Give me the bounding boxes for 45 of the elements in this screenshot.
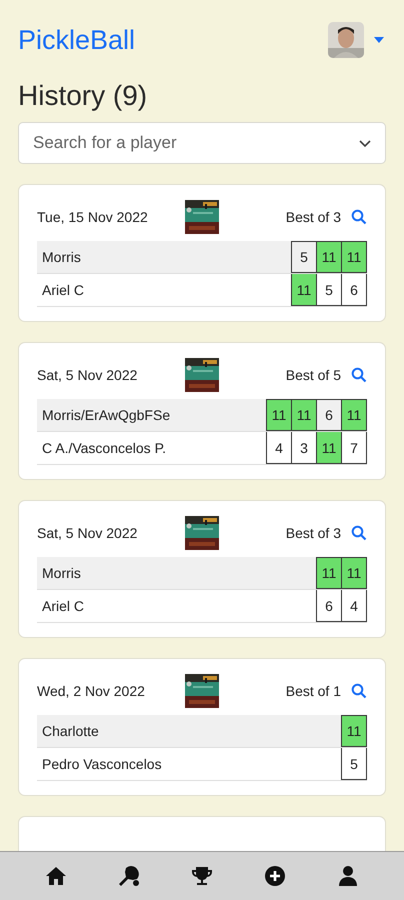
score-cell: 11 [266, 399, 292, 431]
caret-icon[interactable] [374, 37, 384, 43]
score-cell: 6 [316, 590, 342, 622]
search-icon[interactable] [351, 683, 367, 699]
player-name: Morris [41, 564, 82, 583]
score-cell: 11 [341, 715, 367, 747]
score-cell: 6 [341, 274, 367, 306]
search-icon[interactable] [351, 525, 367, 541]
home-icon[interactable] [44, 864, 68, 888]
score-cell: 5 [341, 748, 367, 780]
paddle-icon[interactable] [117, 864, 142, 888]
score-cell: 11 [316, 557, 342, 589]
trophy-icon[interactable] [190, 864, 214, 888]
match-date: Sat, 5 Nov 2022 [37, 525, 138, 541]
match-format: Best of 1 [286, 683, 341, 699]
match-date: Tue, 15 Nov 2022 [37, 209, 149, 225]
score-cell: 7 [341, 432, 367, 464]
score-cell: 4 [341, 590, 367, 622]
match-format: Best of 3 [286, 209, 341, 225]
add-icon[interactable] [262, 864, 287, 888]
player-name: Pedro Vasconcelos [41, 755, 163, 774]
score-cell: 11 [291, 399, 317, 431]
score-cell: 11 [291, 274, 317, 306]
player-name: C A./Vasconcelos P. [41, 439, 167, 458]
search-icon[interactable] [351, 367, 367, 383]
match-format: Best of 5 [286, 367, 341, 383]
player-name: Morris [41, 248, 82, 267]
player-name: Ariel C [41, 281, 86, 300]
match-format: Best of 3 [286, 525, 341, 541]
score-cell: 11 [341, 399, 367, 431]
match-date: Sat, 5 Nov 2022 [37, 367, 138, 383]
score-cell: 4 [266, 432, 292, 464]
player-name: Ariel C [41, 597, 86, 616]
player-name: Morris/ErAwQgbFSe [41, 406, 172, 425]
match-date: Wed, 2 Nov 2022 [37, 683, 146, 699]
search-icon[interactable] [351, 209, 367, 225]
score-cell: 11 [316, 241, 342, 273]
score-cell: 11 [341, 557, 367, 589]
page-title: History (9) [18, 80, 148, 112]
score-cell: 11 [341, 241, 367, 273]
score-cell: 11 [316, 432, 342, 464]
player-name: Charlotte [41, 722, 100, 741]
chevron-icon[interactable] [358, 138, 372, 148]
app-brand[interactable]: PickleBall [18, 24, 136, 56]
player-search-field[interactable]: Search for a player [18, 122, 386, 164]
